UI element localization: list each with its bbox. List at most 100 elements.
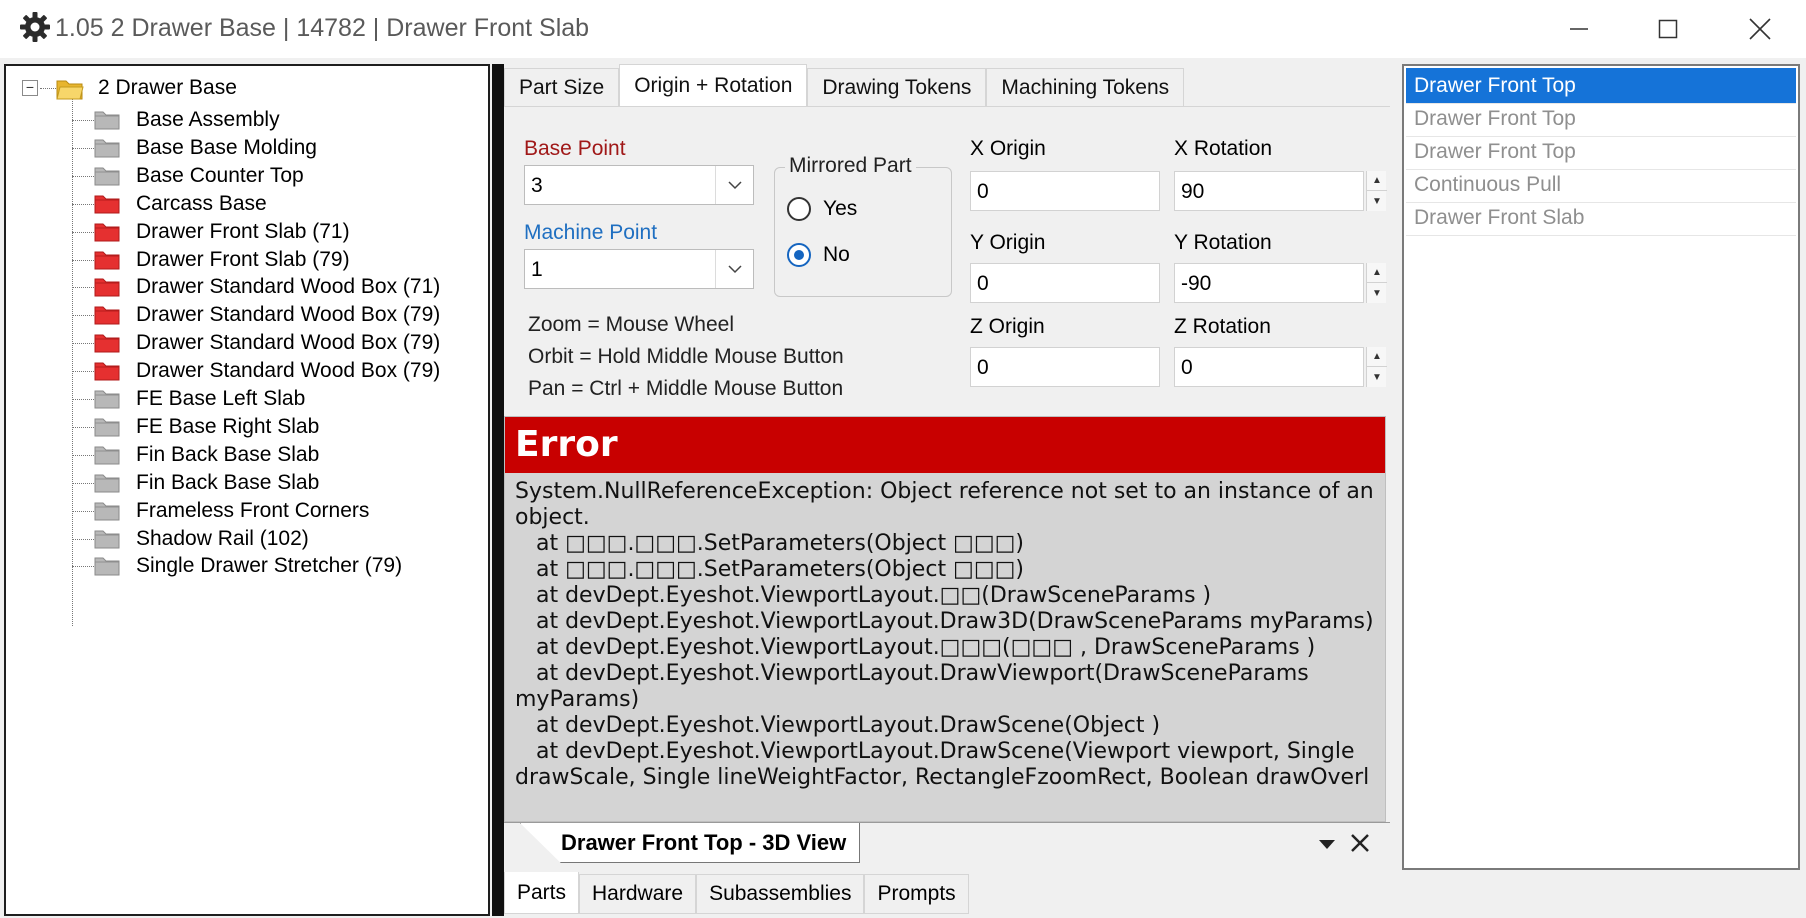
tree-item-label: Base Base Molding	[136, 135, 317, 159]
tree-item-label: Carcass Base	[136, 191, 267, 215]
tree-connector	[72, 482, 94, 484]
parts-list-item[interactable]: Drawer Front Top	[1406, 101, 1796, 137]
tab-hardware[interactable]: Hardware	[579, 874, 697, 914]
folder-icon	[94, 138, 120, 158]
spin-down-icon[interactable]: ▼	[1367, 191, 1387, 211]
dropdown-arrow-icon[interactable]	[1316, 833, 1338, 855]
yes-label: Yes	[823, 197, 858, 220]
x-origin-input[interactable]: 0	[970, 171, 1160, 211]
minimize-button[interactable]	[1535, 4, 1623, 54]
folder-icon	[94, 417, 120, 437]
parts-list-item[interactable]: Continuous Pull	[1406, 167, 1796, 203]
tree-connector	[72, 538, 94, 540]
z-rotation-input[interactable]: 0	[1174, 347, 1364, 387]
spin-up-icon[interactable]: ▲	[1367, 263, 1387, 283]
machine-point-value: 1	[531, 258, 543, 281]
tree-connector	[72, 147, 94, 149]
parts-list-item[interactable]: Drawer Front Top	[1406, 134, 1796, 170]
tree-connector	[72, 426, 94, 428]
tree-connector	[72, 231, 94, 233]
z-origin-label: Z Origin	[970, 315, 1045, 338]
x-origin-label: X Origin	[970, 137, 1046, 160]
tree-item[interactable]: Single Drawer Stretcher (79)	[94, 550, 402, 582]
tree-root[interactable]: 2 Drawer Base	[56, 72, 237, 104]
mirrored-yes-option[interactable]: Yes	[787, 194, 857, 224]
assembly-tree[interactable]: − 2 Drawer Base Base Assembly Base Base M…	[4, 64, 490, 916]
close-button[interactable]	[1716, 4, 1804, 54]
tab-subassemblies[interactable]: Subassemblies	[696, 874, 865, 914]
tree-connector	[72, 315, 94, 317]
tab-drawing-tokens[interactable]: Drawing Tokens	[807, 68, 987, 106]
machine-point-select[interactable]: 1	[524, 249, 754, 289]
tree-item-label: Shadow Rail (102)	[136, 526, 309, 550]
chevron-down-icon[interactable]	[715, 250, 753, 288]
folder-icon	[94, 529, 120, 549]
folder-icon	[94, 250, 120, 270]
tree-connector	[72, 287, 94, 289]
window-title: 1.05 2 Drawer Base | 14782 | Drawer Fron…	[55, 14, 590, 42]
part-properties-panel: Part Size Origin + Rotation Drawing Toke…	[504, 64, 1390, 916]
property-tabs: Part Size Origin + Rotation Drawing Toke…	[504, 64, 1185, 106]
y-rotation-spinner[interactable]: ▲ ▼	[1366, 263, 1387, 303]
y-origin-value: 0	[977, 272, 989, 295]
panel-splitter[interactable]	[492, 64, 504, 916]
y-origin-input[interactable]: 0	[970, 263, 1160, 303]
chevron-down-icon[interactable]	[715, 166, 753, 204]
tree-item-label: Fin Back Base Slab	[136, 442, 320, 466]
tree-item-label: Drawer Front Slab (71)	[136, 219, 350, 243]
x-rotation-value: 90	[1181, 180, 1205, 203]
tree-item-label: FE Base Right Slab	[136, 414, 320, 438]
tree-connector	[72, 175, 94, 177]
machine-point-label: Machine Point	[524, 221, 658, 244]
content-area: − 2 Drawer Base Base Assembly Base Base M…	[0, 58, 1806, 918]
tab-origin-rotation[interactable]: Origin + Rotation	[619, 64, 808, 106]
view-tab-strip: Drawer Front Top - 3D View	[504, 822, 1390, 864]
y-rotation-input[interactable]: -90	[1174, 263, 1364, 303]
base-point-label: Base Point	[524, 137, 626, 160]
gear-icon[interactable]	[18, 10, 52, 44]
z-origin-input[interactable]: 0	[970, 347, 1160, 387]
mirrored-no-option[interactable]: No	[787, 240, 850, 270]
spin-up-icon[interactable]: ▲	[1367, 347, 1387, 367]
open-folder-icon	[56, 78, 84, 100]
x-rotation-label: X Rotation	[1174, 137, 1273, 160]
tab-machining-tokens[interactable]: Machining Tokens	[986, 68, 1185, 106]
x-rotation-spinner[interactable]: ▲ ▼	[1366, 171, 1387, 211]
y-origin-label: Y Origin	[970, 231, 1046, 254]
tab-prompts[interactable]: Prompts	[864, 874, 969, 914]
mirrored-part-group: Mirrored Part Yes No	[774, 154, 952, 297]
yes-radio[interactable]	[787, 197, 811, 221]
parts-list-item[interactable]: Drawer Front Top	[1406, 68, 1796, 104]
folder-icon	[94, 389, 120, 409]
tab-part-size[interactable]: Part Size	[504, 68, 620, 106]
tree-item-label: Base Counter Top	[136, 163, 304, 187]
close-icon[interactable]	[1350, 829, 1370, 860]
folder-icon	[94, 556, 120, 576]
tree-item-label: FE Base Left Slab	[136, 387, 306, 410]
spin-down-icon[interactable]: ▼	[1367, 367, 1387, 387]
tab-parts[interactable]: Parts	[504, 872, 580, 914]
tab-3d-view[interactable]: Drawer Front Top - 3D View	[520, 823, 860, 863]
maximize-button[interactable]	[1624, 4, 1712, 54]
error-panel: Error System.NullReferenceException: Obj…	[504, 416, 1386, 822]
bottom-tabs: Parts Hardware Subassemblies Prompts	[504, 872, 969, 914]
tree-connector	[72, 371, 94, 373]
z-rotation-value: 0	[1181, 356, 1193, 379]
folder-icon	[94, 501, 120, 521]
pan-hint: Pan = Ctrl + Middle Mouse Button	[528, 377, 844, 400]
tree-item-label: Drawer Front Slab (79)	[136, 247, 350, 271]
z-rotation-spinner[interactable]: ▲ ▼	[1366, 347, 1387, 387]
tree-root-label: 2 Drawer Base	[98, 76, 237, 99]
base-point-select[interactable]: 3	[524, 165, 754, 205]
spin-up-icon[interactable]: ▲	[1367, 171, 1387, 191]
parts-list-item[interactable]: Drawer Front Slab	[1406, 200, 1796, 236]
x-rotation-input[interactable]: 90	[1174, 171, 1364, 211]
spin-down-icon[interactable]: ▼	[1367, 283, 1387, 303]
no-radio[interactable]	[787, 243, 811, 267]
parts-list[interactable]: Drawer Front Top Drawer Front Top Drawer F…	[1402, 64, 1800, 870]
right-splitter[interactable]	[1392, 64, 1402, 916]
tree-item-label: Single Drawer Stretcher (79)	[136, 554, 403, 578]
collapse-toggle[interactable]: −	[22, 80, 38, 96]
x-origin-value: 0	[977, 180, 989, 203]
orbit-hint: Orbit = Hold Middle Mouse Button	[528, 345, 844, 368]
